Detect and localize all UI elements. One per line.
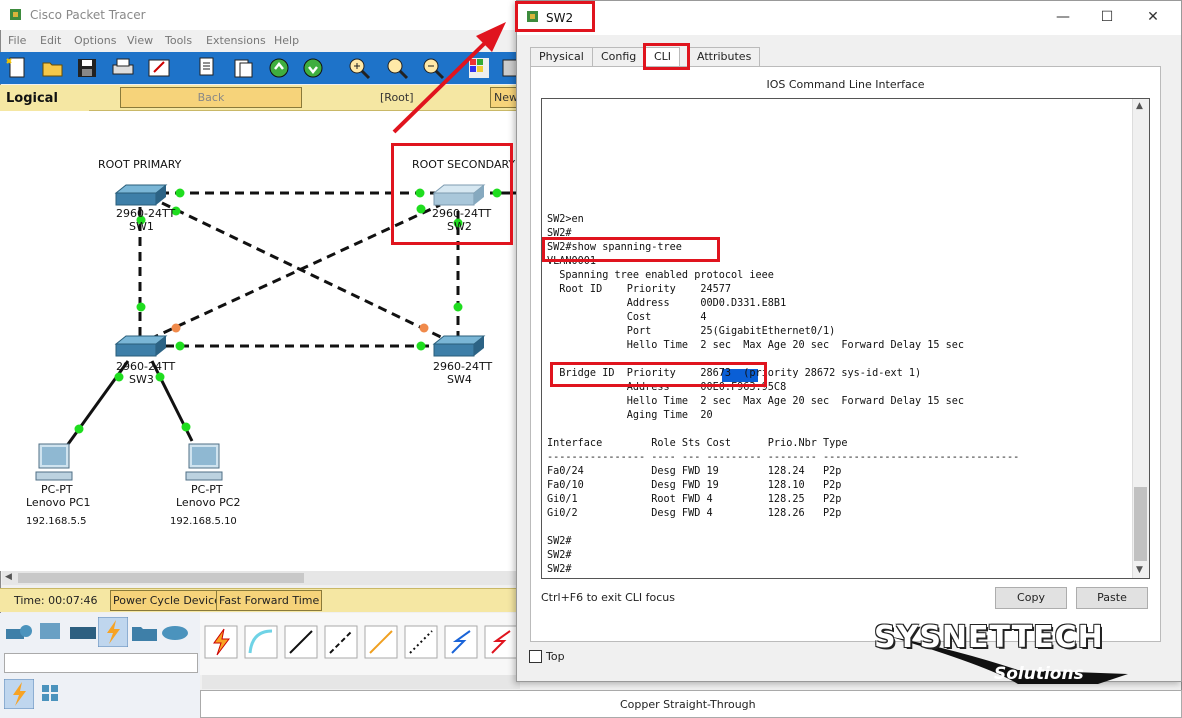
network-devices-icon[interactable] <box>4 619 34 645</box>
cli-output[interactable]: SW2>en SW2# SW2#show spanning-tree VLAN0… <box>547 213 1019 577</box>
selected-connections-icon[interactable] <box>4 679 34 709</box>
undo-icon[interactable] <box>266 55 292 81</box>
tab-attributes[interactable]: Attributes <box>688 47 761 67</box>
components-icon[interactable] <box>68 619 98 645</box>
minimize-icon[interactable]: — <box>1048 4 1078 30</box>
highlight-root-secondary <box>391 143 513 245</box>
simulation-time: Time: 00:07:46 <box>14 594 98 607</box>
menu-tools[interactable]: Tools <box>165 34 192 47</box>
cli-scroll-thumb[interactable] <box>1134 487 1147 561</box>
multiuser-cloud-icon[interactable] <box>160 619 190 645</box>
menu-view[interactable]: View <box>127 34 153 47</box>
menu-options[interactable]: Options <box>74 34 116 47</box>
menu-edit[interactable]: Edit <box>40 34 61 47</box>
device-type-panel <box>0 613 200 718</box>
power-cycle-button[interactable]: Power Cycle Devices <box>110 590 230 611</box>
save-icon[interactable] <box>74 55 100 81</box>
scroll-up-icon[interactable]: ▲ <box>1136 101 1143 111</box>
pc2-type-label: PC-PT <box>191 483 223 496</box>
coaxial-icon[interactable] <box>444 625 478 659</box>
pc1-ip-label: 192.168.5.5 <box>26 516 87 527</box>
tab-config[interactable]: Config <box>592 47 646 67</box>
connection-types-panel <box>200 613 520 675</box>
print-icon[interactable] <box>110 55 136 81</box>
copy-button[interactable]: Copy <box>995 587 1067 609</box>
end-devices-icon[interactable] <box>36 619 66 645</box>
window-title: Cisco Packet Tracer <box>30 8 146 22</box>
grid-view-icon[interactable] <box>40 683 60 703</box>
dialog-titlebar <box>517 1 1181 35</box>
sw1-name-label: SW1 <box>129 220 154 233</box>
paste-button[interactable]: Paste <box>1076 587 1148 609</box>
phone-cable-icon[interactable] <box>404 625 438 659</box>
cli-focus-hint: Ctrl+F6 to exit CLI focus <box>541 591 676 604</box>
new-file-icon[interactable] <box>4 55 30 81</box>
menu-file[interactable]: File <box>8 34 26 47</box>
canvas-scroll-thumb[interactable] <box>18 573 304 583</box>
fiber-icon[interactable] <box>364 625 398 659</box>
highlight-bridge-priority <box>550 362 767 387</box>
top-checkbox[interactable] <box>529 650 542 663</box>
misc-folder-icon[interactable] <box>130 619 160 645</box>
open-folder-icon[interactable] <box>40 55 66 81</box>
highlight-show-command <box>542 237 720 262</box>
fast-forward-button[interactable]: Fast Forward Time <box>216 590 323 611</box>
top-checkbox-label: Top <box>546 650 565 663</box>
menu-extensions[interactable]: Extensions <box>206 34 266 47</box>
annotation-arrow <box>392 22 506 134</box>
back-button[interactable]: Back <box>120 87 302 108</box>
scroll-down-icon[interactable]: ▼ <box>1136 565 1143 575</box>
sw1-model-label: 2960-24TT <box>116 207 176 220</box>
copper-cross-icon[interactable] <box>324 625 358 659</box>
zoom-in-icon[interactable] <box>346 55 372 81</box>
scroll-left-icon[interactable]: ◀ <box>5 572 12 582</box>
close-icon[interactable]: ✕ <box>1138 4 1168 30</box>
pc2-computer-icon[interactable] <box>183 442 225 484</box>
highlight-dialog-title <box>515 1 595 32</box>
copper-straight-icon[interactable] <box>284 625 318 659</box>
highlight-cli-tab <box>643 43 690 70</box>
pc1-name-label: Lenovo PC1 <box>26 496 91 509</box>
cli-panel-header: IOS Command Line Interface <box>766 78 925 91</box>
sw3-model-label: 2960-24TT <box>116 360 176 373</box>
connections-scrollbar[interactable] <box>202 675 520 689</box>
packet-tracer-logo-icon <box>10 9 21 20</box>
watermark-logo: SYSNETTECH <box>874 620 1104 655</box>
switch-sw1-icon[interactable] <box>114 183 168 209</box>
pc1-computer-icon[interactable] <box>33 442 75 484</box>
console-cable-icon[interactable] <box>244 625 278 659</box>
copy-icon[interactable] <box>194 55 220 81</box>
watermark-tagline: Solutions <box>994 664 1084 684</box>
root-primary-label: ROOT PRIMARY <box>98 158 182 171</box>
pc1-type-label: PC-PT <box>41 483 73 496</box>
switch-sw4-icon[interactable] <box>432 334 486 360</box>
pc2-name-label: Lenovo PC2 <box>176 496 241 509</box>
maximize-icon[interactable]: ☐ <box>1092 4 1122 30</box>
menu-help[interactable]: Help <box>274 34 299 47</box>
connections-lightning-icon[interactable] <box>98 617 128 647</box>
activity-wizard-icon[interactable] <box>146 55 172 81</box>
device-search-field[interactable] <box>4 653 198 673</box>
serial-dce-icon[interactable] <box>484 625 518 659</box>
paste-icon[interactable] <box>230 55 256 81</box>
pc2-ip-label: 192.168.5.10 <box>170 516 237 527</box>
sw4-name-label: SW4 <box>447 373 472 386</box>
selected-connection-type: Copper Straight-Through <box>620 698 756 711</box>
redo-icon[interactable] <box>300 55 326 81</box>
logical-workspace-label: Logical <box>6 91 58 106</box>
sw3-name-label: SW3 <box>129 373 154 386</box>
sw4-model-label: 2960-24TT <box>433 360 493 373</box>
tab-physical[interactable]: Physical <box>530 47 593 67</box>
switch-sw3-icon[interactable] <box>114 334 168 360</box>
auto-connection-icon[interactable] <box>204 625 238 659</box>
